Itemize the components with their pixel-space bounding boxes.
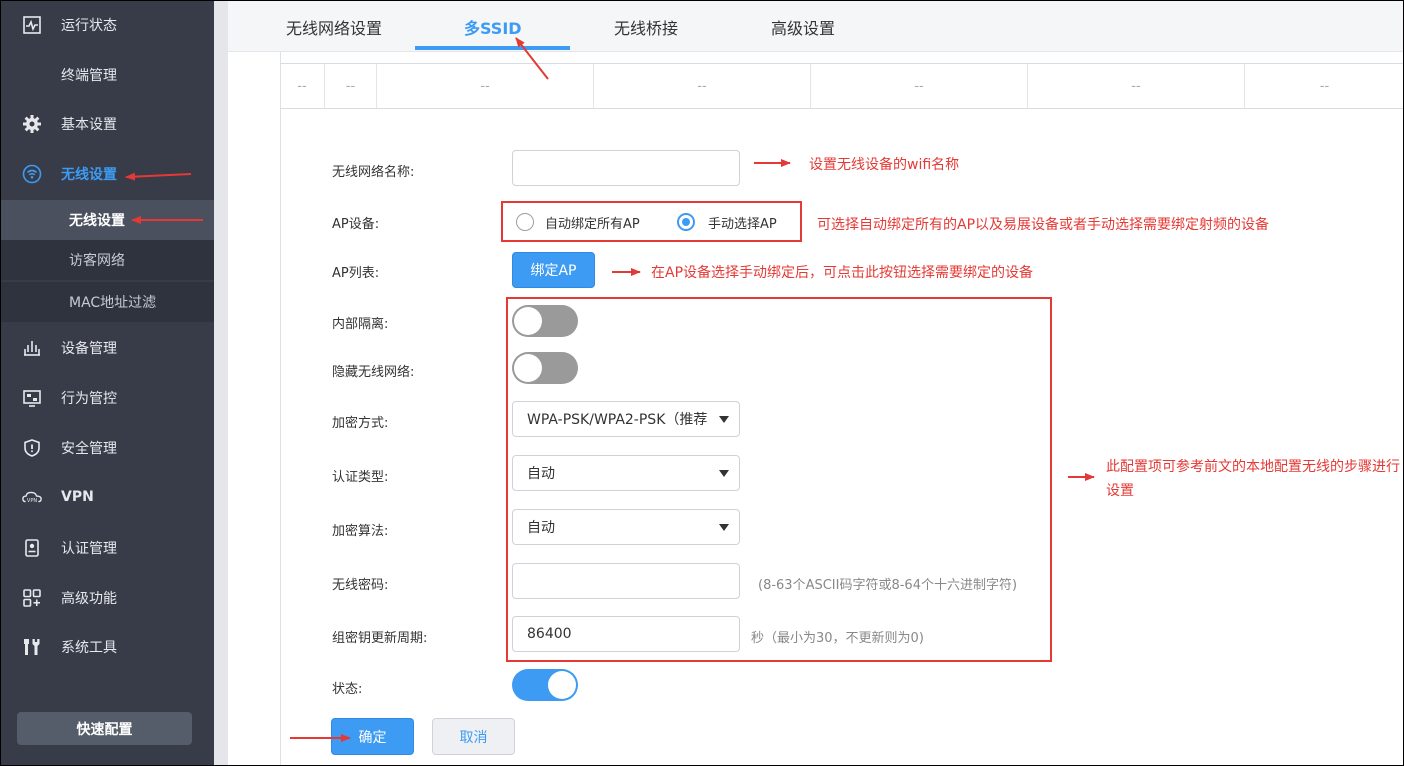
ok-button[interactable]: 确定: [331, 718, 414, 755]
sidebar-item-running-status[interactable]: 运行状态: [0, 0, 214, 50]
ssid-label: 无线网络名称:: [332, 165, 415, 180]
active-tab-indicator: [415, 46, 570, 50]
tools-icon: [22, 637, 42, 657]
wifi-icon: [22, 164, 42, 184]
sidebar-item-label: 基本设置: [61, 117, 117, 133]
badge-icon: [22, 538, 42, 558]
status-label: 状态:: [332, 682, 363, 697]
ssid-annotation: 设置无线设备的wifi名称: [809, 157, 960, 173]
cancel-button[interactable]: 取消: [432, 718, 515, 755]
rekey-label: 组密钥更新周期:: [332, 631, 428, 646]
sidebar-item-label: 高级功能: [61, 591, 117, 607]
table-cell: --: [325, 64, 377, 108]
sidebar-subitem-label: 访客网络: [69, 253, 125, 269]
ap-annotation: 可选择自动绑定所有的AP以及易展设备或者手动选择需要绑定射频的设备: [817, 217, 1270, 233]
sidebar-item-auth-management[interactable]: 认证管理: [0, 523, 214, 573]
bind-annotation: 在AP设备选择手动绑定后，可点击此按钮选择需要绑定的设备: [651, 265, 1034, 281]
sidebar-item-label: 运行状态: [61, 18, 117, 34]
sidebar-subitem-mac-filter[interactable]: MAC地址过滤: [0, 282, 214, 322]
ap-device-label: AP设备:: [332, 217, 380, 232]
auth-type-label: 认证类型:: [332, 470, 389, 485]
ap-device-highlight-box: [501, 201, 802, 242]
sidebar: 运行状态 终端管理 基本设置 无线设置 无线设置 访客网络 MAC地址过滤 设备…: [0, 0, 214, 766]
table-cell: --: [280, 64, 325, 108]
tab-wireless-bridge[interactable]: 无线桥接: [614, 15, 678, 39]
table-cell: --: [377, 64, 594, 108]
tab-multi-ssid[interactable]: 多SSID: [464, 15, 522, 39]
tab-advanced-settings[interactable]: 高级设置: [771, 15, 835, 39]
sidebar-item-label: 无线设置: [61, 167, 117, 183]
shield-icon: [22, 438, 42, 458]
config-highlight-box: [506, 297, 1052, 662]
sidebar-item-label: 系统工具: [61, 640, 117, 656]
sidebar-item-label: 认证管理: [61, 541, 117, 557]
router-icon: [22, 338, 42, 358]
sidebar-item-basic-settings[interactable]: 基本设置: [0, 99, 214, 149]
ssid-input[interactable]: [512, 150, 740, 186]
sidebar-item-wireless-settings[interactable]: 无线设置: [0, 149, 214, 199]
sidebar-item-label: 设备管理: [61, 341, 117, 357]
ssid-table-row: -- -- -- -- -- -- --: [280, 63, 1404, 109]
isolation-label: 内部隔离:: [332, 317, 389, 332]
sidebar-item-label: 行为管控: [61, 391, 117, 407]
vpn-cloud-icon: VPN: [22, 487, 42, 507]
toggle-knob: [548, 671, 576, 699]
status-toggle[interactable]: [512, 669, 578, 701]
gear-icon: [22, 114, 42, 134]
sidebar-subitem-wireless-settings[interactable]: 无线设置: [0, 200, 214, 240]
svg-text:VPN: VPN: [27, 498, 37, 504]
encryption-label: 加密方式:: [332, 416, 389, 431]
sidebar-item-terminal-management[interactable]: 终端管理: [0, 50, 214, 100]
monitor-icon: [22, 388, 42, 408]
sidebar-subitem-guest-network[interactable]: 访客网络: [0, 240, 214, 280]
table-cell: --: [811, 64, 1028, 108]
sidebar-item-system-tools[interactable]: 系统工具: [0, 622, 214, 672]
sidebar-item-label: 终端管理: [61, 68, 117, 84]
sidebar-scroll-rail: [214, 0, 228, 766]
tab-bar: 无线网络设置 多SSID 无线桥接 高级设置: [228, 0, 1404, 52]
table-cell: --: [1028, 64, 1245, 108]
tab-wireless-network-settings[interactable]: 无线网络设置: [286, 15, 382, 39]
algorithm-label: 加密算法:: [332, 524, 389, 539]
apps-grid-icon: [22, 588, 42, 608]
sidebar-subitem-label: MAC地址过滤: [69, 295, 157, 311]
sidebar-item-label: 安全管理: [61, 441, 117, 457]
sidebar-item-advanced-functions[interactable]: 高级功能: [0, 573, 214, 623]
sidebar-item-security-management[interactable]: 安全管理: [0, 423, 214, 473]
sidebar-subitem-label: 无线设置: [69, 213, 125, 229]
chart-pulse-icon: [22, 15, 42, 35]
sidebar-item-label: VPN: [61, 489, 94, 505]
bind-ap-button[interactable]: 绑定AP: [512, 252, 595, 288]
ap-list-label: AP列表:: [332, 266, 380, 281]
sidebar-item-behavior-control[interactable]: 行为管控: [0, 373, 214, 423]
hide-ssid-label: 隐藏无线网络:: [332, 365, 415, 380]
sidebar-item-device-management[interactable]: 设备管理: [0, 323, 214, 373]
password-label: 无线密码:: [332, 578, 389, 593]
router-admin-app: 运行状态 终端管理 基本设置 无线设置 无线设置 访客网络 MAC地址过滤 设备…: [0, 0, 1404, 766]
table-cell: --: [594, 64, 811, 108]
sidebar-item-vpn[interactable]: VPN VPN: [0, 472, 214, 522]
config-annotation: 此配置项可参考前文的本地配置无线的步骤进行设置: [1106, 459, 1400, 499]
quick-config-button[interactable]: 快速配置: [17, 712, 192, 745]
table-cell: --: [1319, 78, 1330, 94]
